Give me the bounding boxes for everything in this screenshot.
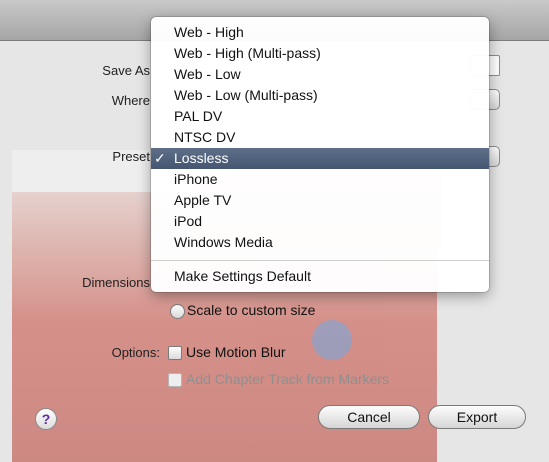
motion-blur-label[interactable]: Use Motion Blur [186,344,286,360]
menu-item-web-high[interactable]: Web - High [151,22,489,43]
help-button[interactable]: ? [35,408,57,430]
menu-item-web-low-multipass[interactable]: Web - Low (Multi-pass) [151,85,489,106]
menu-item-windows-media[interactable]: Windows Media [151,232,489,253]
preview-image-logo [312,320,352,360]
motion-blur-checkbox[interactable] [168,346,182,360]
menu-item-ntsc-dv[interactable]: NTSC DV [151,127,489,148]
menu-item-ipod[interactable]: iPod [151,211,489,232]
menu-item-lossless-label: Lossless [174,150,229,166]
menu-item-make-default[interactable]: Make Settings Default [151,266,489,287]
chapter-track-label[interactable]: Add Chapter Track from Markers [186,371,389,387]
menu-item-iphone[interactable]: iPhone [151,169,489,190]
menu-item-apple-tv[interactable]: Apple TV [151,190,489,211]
options-label: Options: [111,345,160,360]
save-as-label: Save As [102,63,150,78]
menu-item-lossless[interactable]: ✓ Lossless [151,148,489,169]
cancel-button[interactable]: Cancel [318,405,420,429]
dimensions-label: Dimensions [82,275,150,290]
chapter-track-checkbox[interactable] [168,373,182,387]
menu-separator [151,260,489,261]
preset-label: Preset [112,149,150,164]
preset-dropdown-menu: Web - High Web - High (Multi-pass) Web -… [151,17,489,292]
scale-custom-radio[interactable] [170,304,185,319]
checkmark-icon: ✓ [154,150,166,166]
export-button[interactable]: Export [428,405,526,429]
menu-item-web-high-multipass[interactable]: Web - High (Multi-pass) [151,43,489,64]
menu-item-pal-dv[interactable]: PAL DV [151,106,489,127]
scale-custom-label[interactable]: Scale to custom size [187,302,315,318]
menu-item-web-low[interactable]: Web - Low [151,64,489,85]
where-label: Where [111,93,150,108]
